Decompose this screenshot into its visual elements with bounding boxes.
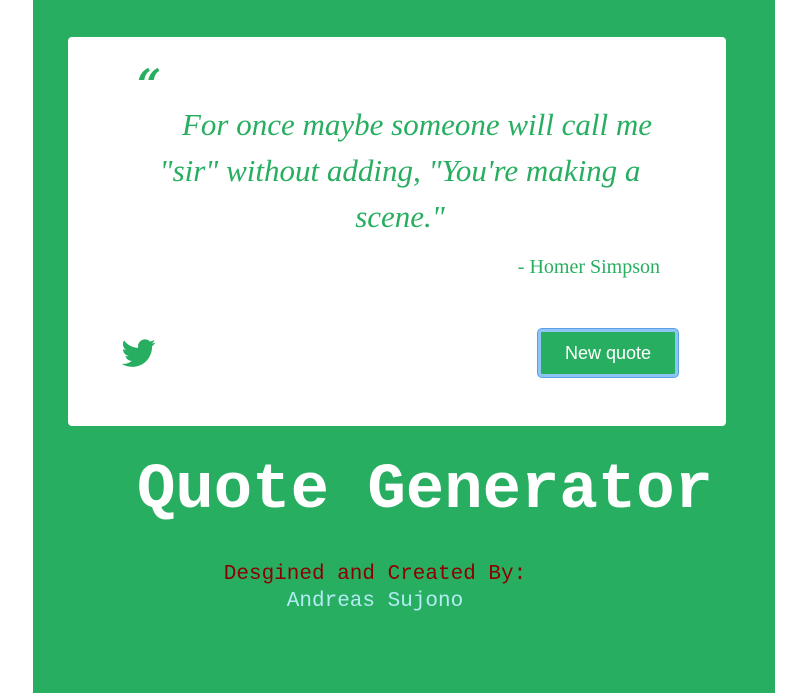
page-title: Quote Generator bbox=[136, 455, 714, 527]
quote-text: For once maybe someone will call me "sir… bbox=[159, 107, 653, 234]
quote-open-mark: “ bbox=[137, 60, 161, 109]
credits: Desgined and Created By: Andreas Sujono bbox=[33, 561, 775, 615]
credits-label: Desgined and Created By: bbox=[223, 563, 527, 586]
tweet-quote-button[interactable] bbox=[120, 336, 158, 370]
twitter-icon bbox=[120, 336, 158, 370]
credits-author: Andreas Sujono bbox=[286, 590, 464, 613]
new-quote-button[interactable]: New quote bbox=[538, 329, 678, 377]
quote-author: - Homer Simpson bbox=[517, 256, 660, 278]
